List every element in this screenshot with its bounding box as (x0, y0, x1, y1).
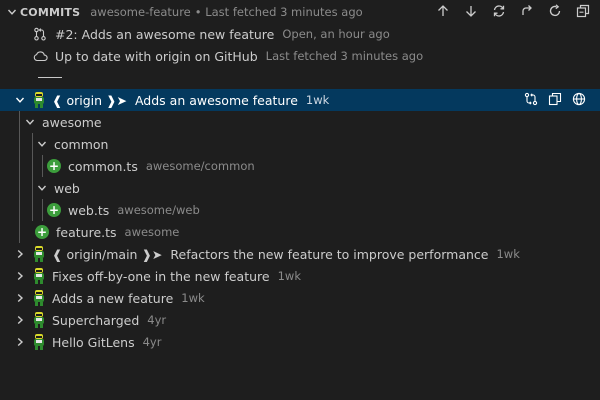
chevron-right-icon[interactable] (12, 334, 28, 350)
folder-name: common (54, 136, 109, 152)
file-path: awesome/common (145, 159, 255, 173)
commit-row[interactable]: Fixes off-by-one in the new feature 1wk (0, 265, 600, 287)
folder-name: web (54, 180, 80, 196)
commit-message: Supercharged (52, 312, 140, 328)
commit-message: Hello GitLens (52, 334, 135, 350)
commit-age: 1wk (305, 93, 330, 107)
commit-actions (524, 89, 586, 111)
chevron-down-icon[interactable] (34, 136, 50, 152)
sync-status-meta: Last fetched 3 minutes ago (265, 49, 424, 63)
author-avatar-icon (32, 268, 46, 284)
commit-message: Adds a new feature (52, 290, 174, 306)
compare-icon[interactable] (524, 92, 538, 109)
cloud-icon (32, 48, 48, 64)
copy-icon[interactable] (548, 92, 562, 109)
pull-request-meta: Open, an hour ago (282, 27, 390, 41)
file-name: feature.ts (56, 224, 117, 240)
arrow-up-icon[interactable] (436, 4, 450, 21)
commit-row[interactable]: ❰ origin/main ❱➤ Refactors the new featu… (0, 243, 600, 265)
chevron-right-icon[interactable] (12, 268, 28, 284)
file-path: awesome/web (117, 203, 200, 217)
folder-web[interactable]: web (0, 177, 600, 199)
folder-awesome[interactable]: awesome (0, 111, 600, 133)
pull-request-item[interactable]: #2: Adds an awesome new feature Open, an… (0, 23, 600, 45)
file-web-ts[interactable]: + web.ts awesome/web (0, 199, 600, 221)
file-name: common.ts (68, 158, 138, 174)
chevron-down-icon[interactable] (22, 114, 38, 130)
last-fetched: • Last fetched 3 minutes ago (194, 5, 363, 19)
author-avatar-icon (32, 334, 46, 350)
pull-request-icon (32, 26, 48, 42)
commit-age: 1wk (277, 269, 301, 283)
view-title: COMMITS (20, 5, 81, 19)
globe-icon[interactable] (572, 92, 586, 109)
commit-row[interactable]: Supercharged 4yr (0, 309, 600, 331)
commit-age: 1wk (496, 247, 520, 261)
file-added-icon: + (47, 159, 61, 173)
chevron-down-icon[interactable] (12, 92, 28, 108)
file-path: awesome (124, 225, 180, 239)
author-avatar-icon (32, 312, 46, 328)
sync-status-item[interactable]: Up to date with origin on GitHub Last fe… (0, 45, 600, 67)
commit-message: Refactors the new feature to improve per… (170, 246, 489, 262)
current-branch: awesome-feature (90, 5, 191, 19)
chevron-right-icon[interactable] (12, 312, 28, 328)
file-name: web.ts (68, 202, 110, 218)
refresh-icon[interactable] (548, 3, 562, 21)
sync-icon[interactable] (492, 4, 506, 21)
commit-age: 4yr (147, 313, 167, 327)
commit-message: Fixes off-by-one in the new feature (52, 268, 270, 284)
branch-label: ❰ origin/main ❱➤ (52, 246, 163, 262)
chevron-down-icon[interactable] (4, 4, 20, 20)
fetch-icon[interactable] (520, 4, 534, 21)
file-feature-ts[interactable]: + feature.ts awesome (0, 221, 600, 243)
commit-row[interactable]: Hello GitLens 4yr (0, 331, 600, 353)
folder-common[interactable]: common (0, 133, 600, 155)
collapse-all-icon[interactable] (576, 4, 590, 21)
chevron-down-icon[interactable] (34, 180, 50, 196)
commit-row[interactable]: Adds a new feature 1wk (0, 287, 600, 309)
file-added-icon: + (35, 225, 49, 239)
sync-status-text: Up to date with origin on GitHub (55, 48, 258, 64)
branch-label: ❰ origin ❱➤ (52, 92, 127, 108)
chevron-right-icon[interactable] (12, 246, 28, 262)
arrow-down-icon[interactable] (464, 4, 478, 21)
chevron-right-icon[interactable] (12, 290, 28, 306)
pull-request-title: #2: Adds an awesome new feature (55, 26, 275, 42)
commit-age: 4yr (142, 335, 162, 349)
commit-age: 1wk (181, 291, 205, 305)
file-added-icon: + (47, 203, 61, 217)
header-actions (436, 1, 590, 23)
commits-view-header[interactable]: COMMITS awesome-feature • Last fetched 3… (0, 1, 600, 23)
separator (38, 77, 62, 78)
folder-name: awesome (42, 114, 102, 130)
commit-message: Adds an awesome feature (134, 92, 298, 108)
author-avatar-icon (32, 92, 46, 108)
author-avatar-icon (32, 290, 46, 306)
file-common-ts[interactable]: + common.ts awesome/common (0, 155, 600, 177)
author-avatar-icon (32, 246, 46, 262)
commit-row-selected[interactable]: ❰ origin ❱➤ Adds an awesome feature 1wk (0, 89, 600, 111)
